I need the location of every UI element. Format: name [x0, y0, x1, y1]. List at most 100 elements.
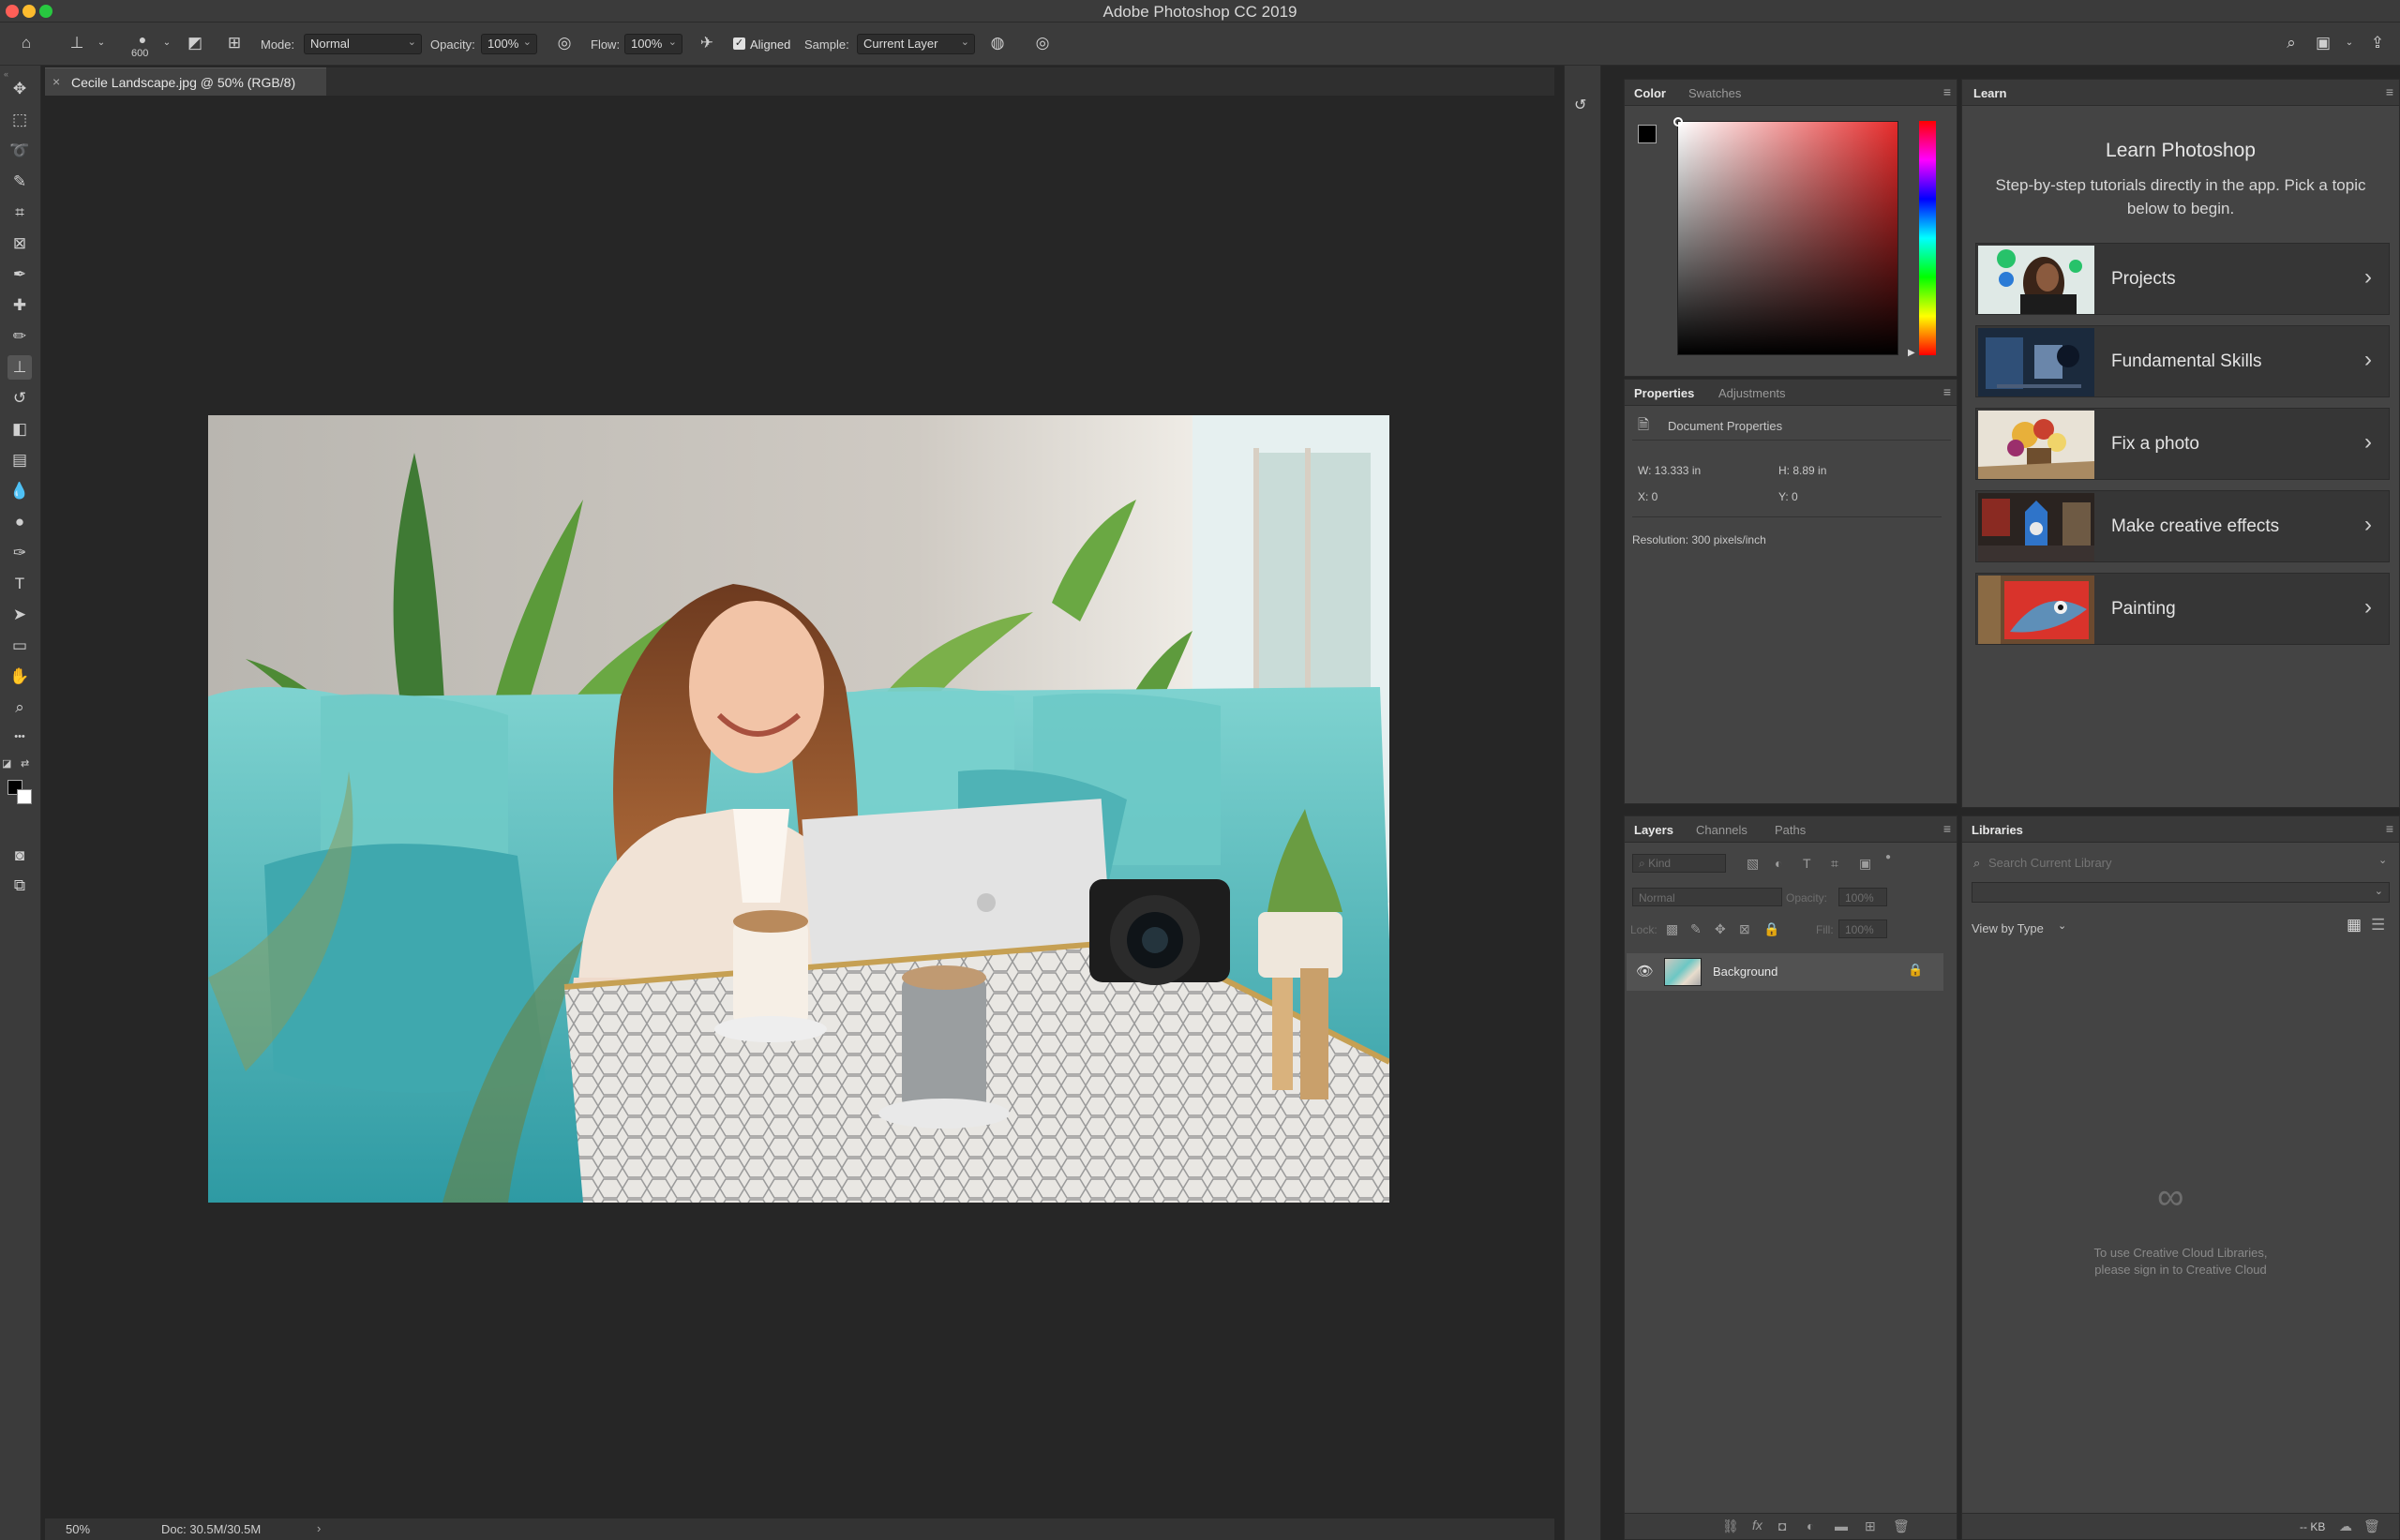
mode-select[interactable]: Normal ⌄: [304, 34, 422, 54]
layer-row[interactable]: 👁 Background 🔒: [1627, 953, 1943, 991]
ignore-adjustment-icon[interactable]: ◍: [986, 32, 1009, 54]
lock-all-icon[interactable]: 🔒: [1763, 921, 1779, 937]
layer-name[interactable]: Background: [1713, 964, 1778, 979]
lock-pixels-icon[interactable]: ✎: [1690, 921, 1702, 937]
chevron-right-icon[interactable]: ›: [317, 1521, 321, 1535]
chevron-down-icon[interactable]: ⌄: [156, 32, 178, 54]
smart-object-filter-icon[interactable]: ▣: [1859, 856, 1871, 872]
learn-card-painting[interactable]: Painting ›: [1975, 573, 2390, 645]
quick-mask-icon[interactable]: ◙: [8, 844, 32, 868]
doc-x[interactable]: X: 0: [1638, 490, 1658, 503]
tab-learn[interactable]: Learn: [1973, 86, 2006, 100]
zoom-level[interactable]: 50%: [66, 1522, 90, 1536]
link-layers-icon[interactable]: ⛓: [1722, 1518, 1739, 1534]
layer-filter-select[interactable]: ⌕ Kind: [1632, 854, 1726, 873]
share-icon[interactable]: ⇪: [2366, 32, 2389, 54]
blend-mode-select[interactable]: Normal: [1632, 888, 1782, 906]
eye-icon[interactable]: 👁: [1636, 963, 1654, 979]
frame-tool[interactable]: ⊠: [8, 232, 32, 256]
tab-color[interactable]: Color: [1634, 86, 1666, 100]
dodge-tool[interactable]: ●: [8, 510, 32, 534]
cloud-sync-icon[interactable]: ☁: [2339, 1518, 2352, 1534]
opacity-input[interactable]: 100% ⌄: [481, 34, 537, 54]
tab-layers[interactable]: Layers: [1634, 823, 1673, 837]
panel-menu-icon[interactable]: ≡: [2386, 84, 2393, 99]
tab-adjustments[interactable]: Adjustments: [1718, 386, 1786, 400]
doc-height[interactable]: H: 8.89 in: [1778, 464, 1826, 477]
lock-artboard-icon[interactable]: ⊠: [1739, 921, 1750, 937]
new-layer-icon[interactable]: ⊞: [1865, 1518, 1876, 1534]
filter-toggle-icon[interactable]: ●: [1885, 852, 1891, 862]
type-tool[interactable]: T: [8, 572, 32, 596]
default-colors-icon[interactable]: ◪: [2, 757, 11, 770]
learn-card-projects[interactable]: Projects ›: [1975, 243, 2390, 315]
delete-icon[interactable]: 🗑: [2363, 1518, 2380, 1534]
list-view-icon[interactable]: ☰: [2371, 916, 2385, 934]
quick-select-tool[interactable]: ✎: [8, 170, 32, 194]
lock-icon[interactable]: 🔒: [1908, 963, 1923, 978]
path-select-tool[interactable]: ➤: [8, 603, 32, 627]
adjustment-filter-icon[interactable]: ◐: [1775, 856, 1782, 871]
search-icon[interactable]: ⌕: [2280, 32, 2302, 54]
eraser-tool[interactable]: ◧: [8, 417, 32, 441]
chevron-down-icon[interactable]: ⌄: [2058, 920, 2066, 932]
more-tools[interactable]: •••: [8, 725, 32, 749]
lock-transparent-icon[interactable]: ▩: [1666, 921, 1678, 937]
clone-stamp-tool[interactable]: ⊥: [8, 355, 32, 380]
pressure-opacity-icon[interactable]: ◎: [553, 32, 576, 54]
grid-view-icon[interactable]: ▦: [2347, 916, 2362, 934]
pixel-filter-icon[interactable]: ▧: [1747, 856, 1759, 872]
fill-input[interactable]: 100%: [1838, 920, 1887, 938]
learn-card-fix-a-photo[interactable]: Fix a photo ›: [1975, 408, 2390, 480]
screen-mode-icon[interactable]: ⧉: [8, 874, 32, 898]
crop-tool[interactable]: ⌗: [8, 201, 32, 225]
doc-y[interactable]: Y: 0: [1778, 490, 1798, 503]
panel-menu-icon[interactable]: ≡: [1943, 84, 1951, 99]
marquee-tool[interactable]: ⬚: [8, 108, 32, 132]
rectangle-tool[interactable]: ▭: [8, 634, 32, 658]
new-group-icon[interactable]: ▬: [1835, 1518, 1848, 1533]
document-image[interactable]: [208, 415, 1389, 1203]
brush-tool[interactable]: ✏: [8, 324, 32, 349]
layer-style-icon[interactable]: fx: [1752, 1518, 1762, 1533]
learn-card-make-creative-effects[interactable]: Make creative effects ›: [1975, 490, 2390, 562]
brush-settings-icon[interactable]: ◩: [184, 32, 206, 54]
chevron-down-icon[interactable]: ⌄: [2338, 32, 2361, 54]
add-mask-icon[interactable]: ◘: [1778, 1518, 1786, 1533]
workspace-icon[interactable]: ▣: [2312, 32, 2334, 54]
hue-slider-handle[interactable]: ▶: [1908, 348, 1915, 358]
eyedropper-tool[interactable]: ✒: [8, 262, 32, 287]
gradient-tool[interactable]: ▤: [8, 448, 32, 472]
foreground-color-swatch[interactable]: [1638, 125, 1657, 143]
close-tab-icon[interactable]: ×: [52, 74, 60, 89]
tab-swatches[interactable]: Swatches: [1688, 86, 1741, 100]
history-icon[interactable]: ↺: [1574, 96, 1586, 114]
clone-stamp-preset-icon[interactable]: ⊥: [66, 32, 88, 54]
tab-properties[interactable]: Properties: [1634, 386, 1694, 400]
aligned-checkbox[interactable]: ✓: [733, 37, 745, 50]
move-tool[interactable]: ✥: [8, 77, 32, 101]
pen-tool[interactable]: ✑: [8, 541, 32, 565]
zoom-tool[interactable]: ⌕: [8, 695, 32, 720]
chevron-down-icon[interactable]: ⌄: [90, 32, 112, 54]
doc-width[interactable]: W: 13.333 in: [1638, 464, 1701, 477]
tab-libraries[interactable]: Libraries: [1972, 823, 2023, 837]
learn-card-fundamental-skills[interactable]: Fundamental Skills ›: [1975, 325, 2390, 397]
pressure-size-icon[interactable]: ◎: [1031, 32, 1054, 54]
home-icon[interactable]: ⌂: [15, 32, 38, 54]
blur-tool[interactable]: 💧: [8, 479, 32, 503]
hue-slider[interactable]: [1919, 121, 1936, 355]
delete-layer-icon[interactable]: 🗑: [1893, 1518, 1910, 1534]
layer-opacity-input[interactable]: 100%: [1838, 888, 1887, 906]
healing-brush-tool[interactable]: ✚: [8, 293, 32, 318]
chevron-down-icon[interactable]: ⌄: [2378, 854, 2387, 866]
document-tab[interactable]: × Cecile Landscape.jpg @ 50% (RGB/8): [45, 67, 326, 96]
history-brush-tool[interactable]: ↺: [8, 386, 32, 411]
swap-colors-icon[interactable]: ⇄: [21, 757, 29, 770]
library-select[interactable]: ⌄: [1972, 882, 2390, 903]
sample-select[interactable]: Current Layer ⌄: [857, 34, 975, 54]
lock-position-icon[interactable]: ✥: [1715, 921, 1726, 937]
saturation-brightness-field[interactable]: [1677, 121, 1898, 355]
tab-paths[interactable]: Paths: [1775, 823, 1806, 837]
tab-channels[interactable]: Channels: [1696, 823, 1748, 837]
